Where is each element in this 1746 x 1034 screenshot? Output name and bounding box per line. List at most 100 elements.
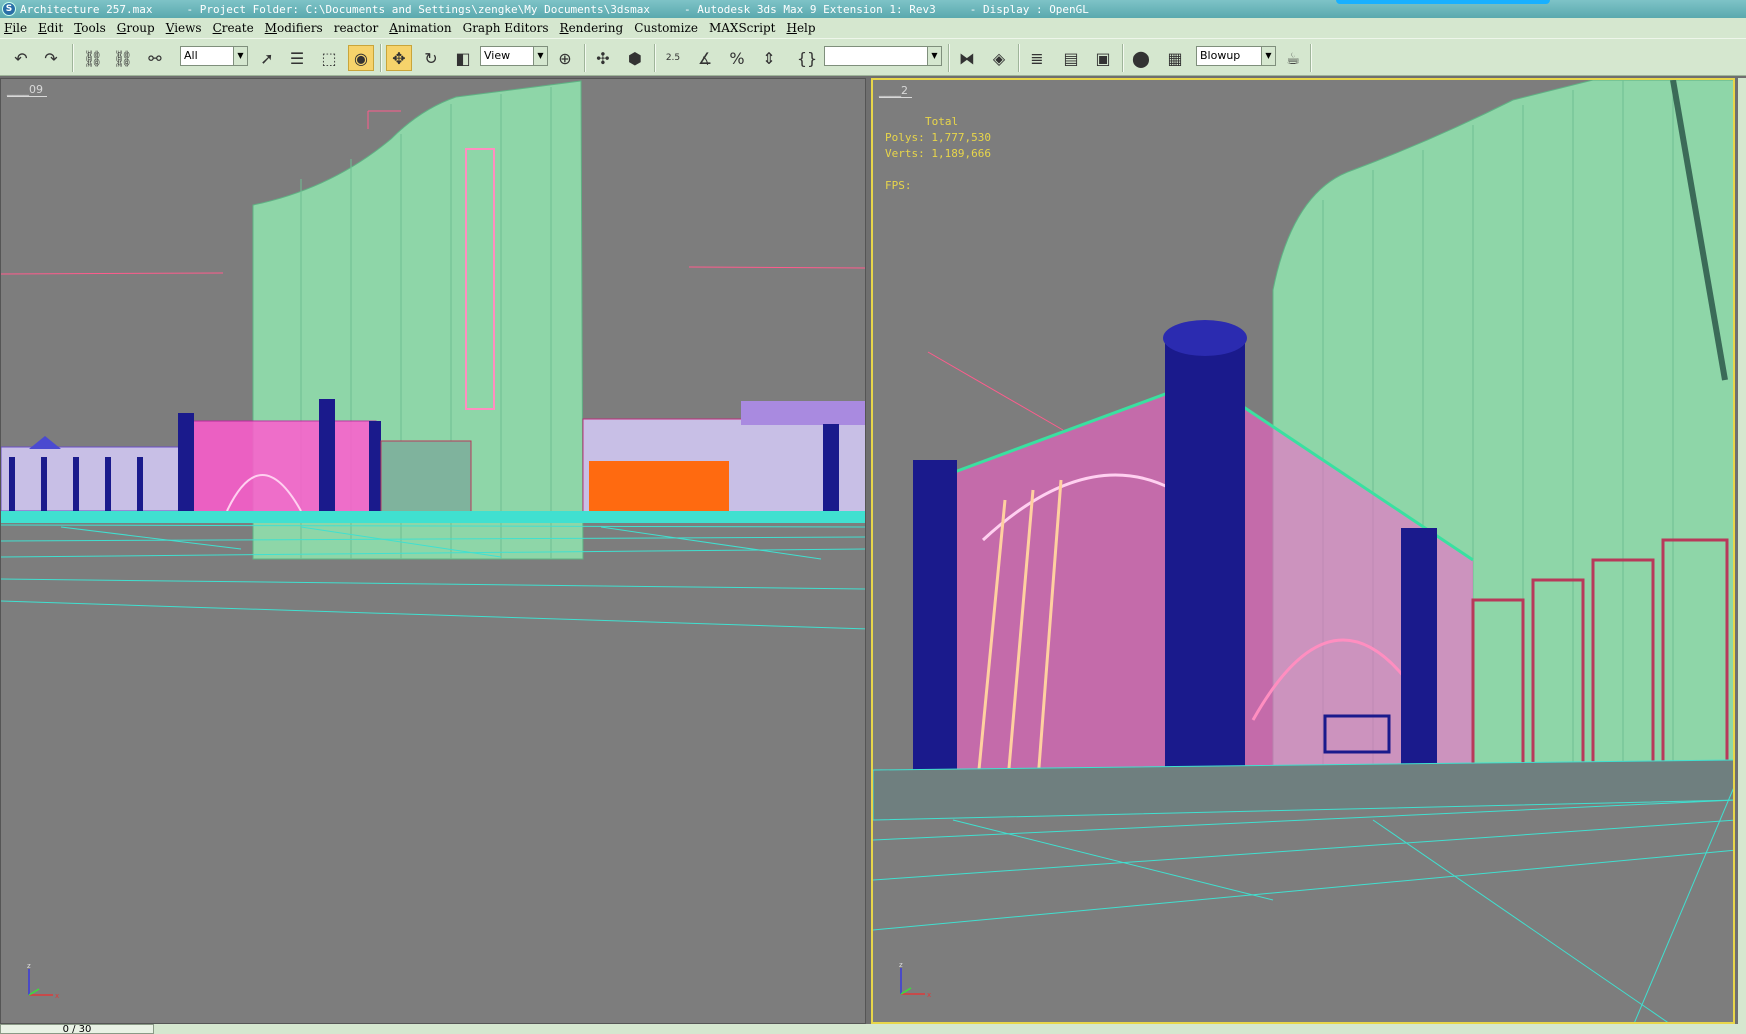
select-manipulate-icon[interactable]: ✣ xyxy=(590,45,616,71)
render-scene-icon[interactable]: ▦ xyxy=(1162,45,1188,71)
menu-label: Graph Editors xyxy=(462,21,549,35)
toolbar-separator xyxy=(380,44,382,72)
edit-named-selection-icon[interactable]: {} xyxy=(794,45,820,71)
redo-icon[interactable]: ↷ xyxy=(38,45,64,71)
roof-dome xyxy=(29,436,61,449)
right-building-roof xyxy=(741,401,865,425)
menu-accelerator: V xyxy=(165,21,175,35)
chevron-down-icon: ▼ xyxy=(533,47,547,65)
svg-text:z: z xyxy=(899,961,903,969)
layer-manager-icon[interactable]: ≣ xyxy=(1024,45,1050,71)
gate-column xyxy=(178,413,194,513)
viewport-label[interactable]: ____09 xyxy=(7,83,47,97)
left-viewport-scene xyxy=(1,80,865,630)
menu-item[interactable]: Modifiers xyxy=(265,21,323,35)
menu-accelerator: M xyxy=(264,21,277,35)
time-slider[interactable]: 0 / 30 xyxy=(0,1024,154,1034)
menu-accelerator: H xyxy=(786,21,797,35)
curve-editor-icon[interactable]: ▤ xyxy=(1058,45,1084,71)
menu-item[interactable]: Create xyxy=(213,21,254,35)
menu-item[interactable]: Customize xyxy=(634,21,698,35)
menu-item[interactable]: Views xyxy=(166,21,202,35)
svg-text:x: x xyxy=(927,991,931,999)
quick-render-teapot-icon[interactable]: ☕ xyxy=(1280,45,1306,71)
verts-label: Verts: xyxy=(885,147,925,160)
select-by-name-icon[interactable]: ☰ xyxy=(284,45,310,71)
percent-snap-icon[interactable]: % xyxy=(724,45,750,71)
ground-plate xyxy=(1,511,865,523)
undo-icon[interactable]: ↶ xyxy=(8,45,34,71)
menu-label: odifiers xyxy=(276,21,323,35)
rectangular-selection-icon[interactable]: ⬚ xyxy=(316,45,342,71)
unlink-icon[interactable]: ⛓ xyxy=(110,45,136,71)
window-file-name: Architecture 257.max xyxy=(20,2,153,16)
title-accent-bar xyxy=(1336,0,1550,4)
toolbar-separator xyxy=(1122,44,1124,72)
guide-line xyxy=(927,351,1064,431)
svg-text:z: z xyxy=(27,962,31,970)
menu-item[interactable]: File xyxy=(4,21,27,35)
selection-filter-dropdown[interactable]: All ▼ xyxy=(180,46,248,66)
angle-snap-icon[interactable]: ∡ xyxy=(692,45,718,71)
column-left xyxy=(913,460,957,780)
mirror-icon[interactable]: ⧓ xyxy=(954,45,980,71)
viewport-scrollbar[interactable] xyxy=(1738,78,1746,1024)
named-selection-dropdown[interactable]: ▼ xyxy=(824,46,942,66)
guide-corner xyxy=(367,110,401,129)
gate-column xyxy=(319,399,335,513)
orange-facade xyxy=(589,461,729,513)
toolbar-separator xyxy=(1310,44,1312,72)
menu-item[interactable]: Help xyxy=(786,21,815,35)
stats-title: Total xyxy=(925,115,959,128)
pivot-center-icon[interactable]: ⊕ xyxy=(552,45,578,71)
menu-accelerator: C xyxy=(212,21,222,35)
menu-item[interactable]: Graph Editors xyxy=(463,21,549,35)
keyboard-shortcut-override-icon[interactable]: ⬢ xyxy=(622,45,648,71)
material-editor-icon[interactable]: ⬤ xyxy=(1128,45,1154,71)
render-preset-value: Blowup xyxy=(1200,49,1241,62)
ground-plate xyxy=(873,759,1733,821)
spinner-snap-icon[interactable]: ⇕ xyxy=(756,45,782,71)
schematic-view-icon[interactable]: ▣ xyxy=(1090,45,1116,71)
menu-item[interactable]: Edit xyxy=(38,21,63,35)
menu-item[interactable]: Rendering xyxy=(560,21,624,35)
menu-label: ile xyxy=(12,21,28,35)
menu-bar: File Edit Tools Group Views Create Modifiers re… xyxy=(0,18,1746,38)
bind-space-warp-icon[interactable]: ⚯ xyxy=(142,45,168,71)
menu-label: endering xyxy=(568,21,624,35)
select-and-link-icon[interactable]: ⛓ xyxy=(80,45,106,71)
polys-label: Polys: xyxy=(885,131,925,144)
window-crossing-icon[interactable]: ◉ xyxy=(348,45,374,71)
toolbar-separator xyxy=(584,44,586,72)
viewport-right-active[interactable]: ____2 Total Polys: 1,777,530 Verts: 1,18… xyxy=(871,78,1735,1024)
svg-text:x: x xyxy=(55,992,59,1000)
toolbar-separator xyxy=(72,44,74,72)
main-toolbar: ↶ ↷ ⛓ ⛓ ⚯ All ▼ ➚ ☰ ⬚ ◉ ✥ ↻ ◧ View ▼ ⊕ ✣… xyxy=(0,38,1746,76)
select-and-scale-icon[interactable]: ◧ xyxy=(450,45,476,71)
menu-item[interactable]: reactor xyxy=(334,21,379,35)
align-icon[interactable]: ◈ xyxy=(986,45,1012,71)
viewport-label[interactable]: ____2 xyxy=(879,84,912,98)
viewport-left[interactable]: ____09 z x xyxy=(0,78,866,1024)
right-viewport-scene xyxy=(873,80,1733,1022)
guide-line xyxy=(688,266,865,269)
menu-item[interactable]: Tools xyxy=(74,21,106,35)
viewport-label-text: 2 xyxy=(901,84,908,97)
select-object-icon[interactable]: ➚ xyxy=(254,45,280,71)
select-and-move-icon[interactable]: ✥ xyxy=(386,45,412,71)
render-preset-dropdown[interactable]: Blowup ▼ xyxy=(1196,46,1276,66)
gate-column xyxy=(369,421,381,513)
fps-label: FPS: xyxy=(885,179,912,192)
menu-item[interactable]: Animation xyxy=(389,21,451,35)
toolbar-separator xyxy=(654,44,656,72)
column-right xyxy=(1401,528,1437,788)
app-logo-icon[interactable]: S xyxy=(2,2,16,16)
menu-label: Customize xyxy=(634,21,698,35)
snaps-toggle-icon[interactable]: 2.5 xyxy=(660,45,686,71)
menu-label: MAXScript xyxy=(708,21,776,35)
select-and-rotate-icon[interactable]: ↻ xyxy=(418,45,444,71)
menu-item[interactable]: Group xyxy=(117,21,155,35)
viewport-label-text: 09 xyxy=(29,83,43,96)
menu-item[interactable]: MAXScript xyxy=(709,21,776,35)
reference-coordinate-dropdown[interactable]: View ▼ xyxy=(480,46,548,66)
